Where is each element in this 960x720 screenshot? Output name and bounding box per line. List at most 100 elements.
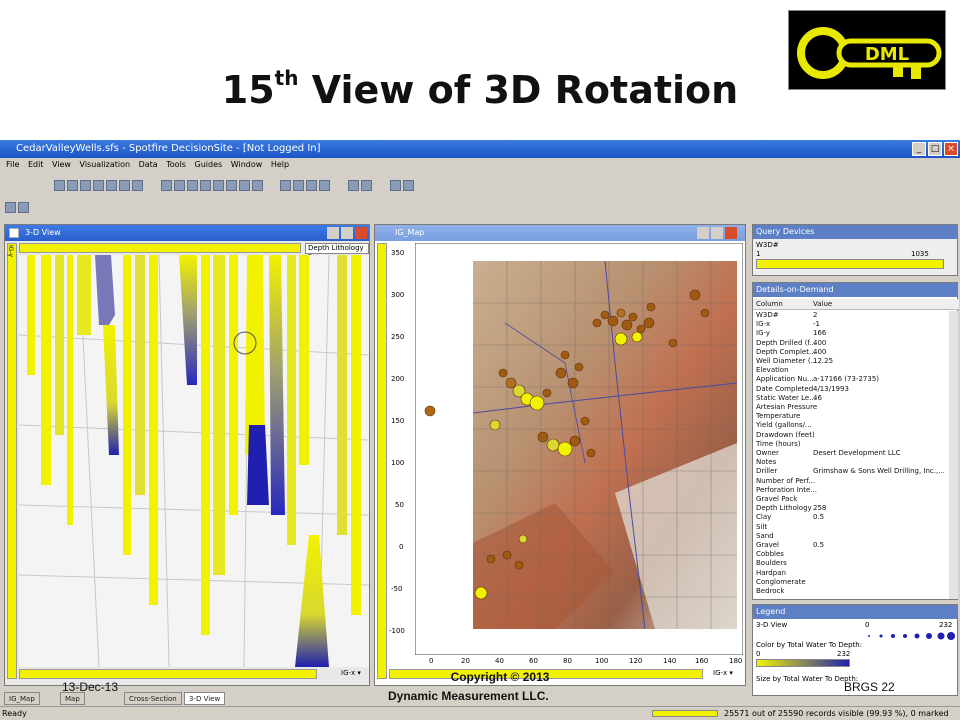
dod-row-label: Cobbles — [756, 550, 784, 559]
map-canvas[interactable] — [415, 243, 743, 655]
legend-size-max: 232 — [939, 621, 953, 629]
menu-guides[interactable]: Guides — [195, 160, 223, 169]
menu-visualization[interactable]: Visualization — [80, 160, 131, 169]
map-close-button[interactable] — [725, 227, 737, 239]
dod-row-value: Grimshaw & Sons Well Drilling, Inc.,... — [813, 467, 945, 476]
map-maximize-button[interactable] — [711, 227, 723, 239]
dod-row-value: Desert Development LLC — [813, 449, 901, 457]
menu-view[interactable]: View — [52, 160, 71, 169]
3d-scatter-icon[interactable] — [173, 180, 185, 191]
home-icon[interactable] — [18, 202, 29, 213]
dod-row-label: Depth Drilled (f... — [756, 338, 816, 347]
3d-left-slider[interactable] — [7, 243, 17, 679]
bookmark-icon[interactable] — [5, 202, 16, 213]
maximize-button[interactable]: □ — [928, 142, 942, 156]
open-icon[interactable] — [53, 180, 65, 191]
menu-tools[interactable]: Tools — [166, 160, 186, 169]
table-icon[interactable] — [251, 180, 263, 191]
spotfire-window: CedarValleyWells.sfs - Spotfire Decision… — [0, 140, 960, 720]
ig-map-plot[interactable]: 350 300 250 200 150 100 50 0 -50 -100 0 … — [389, 243, 745, 669]
paste-icon[interactable] — [118, 180, 130, 191]
export-icon[interactable] — [389, 180, 401, 191]
map-minimize-button[interactable] — [697, 227, 709, 239]
panel-maximize-button[interactable] — [341, 227, 353, 239]
dod-row-label: Perforation Inte... — [756, 485, 817, 494]
x-tick: 60 — [529, 657, 538, 665]
menu-window[interactable]: Window — [231, 160, 263, 169]
dod-value-header: Value — [813, 300, 833, 308]
depth-lithology-dropdown[interactable]: Depth Lithology ▾ — [305, 243, 369, 260]
main-toolbar — [0, 178, 750, 194]
3d-top-slider[interactable] — [19, 243, 301, 253]
minimize-button[interactable]: _ — [912, 142, 926, 156]
dod-row-value: 166 — [813, 329, 827, 338]
dod-row-value: -1 — [813, 320, 820, 329]
dod-scrollbar[interactable] — [949, 311, 958, 599]
status-progress-bar — [652, 710, 718, 717]
dod-row-label: Driller — [756, 467, 778, 476]
query-field-label: W3D# — [756, 241, 779, 249]
dod-row-label: Hardpan — [756, 568, 786, 577]
dod-row-label: Temperature — [756, 412, 801, 421]
settings-icon[interactable] — [402, 180, 414, 191]
menu-file[interactable]: File — [6, 160, 19, 169]
dod-row-label: Application Nu... — [756, 375, 814, 384]
3d-view-canvas[interactable] — [19, 255, 369, 667]
dod-row-label: Artesian Pressure — [756, 403, 818, 411]
save-icon[interactable] — [79, 180, 91, 191]
tile-horizontal-icon[interactable] — [319, 180, 331, 191]
query-max-value: 1035 — [911, 250, 929, 258]
footer-copyright-line1: Copyright © 2013 — [450, 670, 550, 684]
heatmap-icon[interactable] — [238, 180, 250, 191]
3d-view-panel: 3-D View Depth Lithology ▾ IG-y — [4, 224, 370, 686]
panel-close-button[interactable] — [355, 227, 367, 239]
ig-map-titlebar: IG_Map — [375, 225, 745, 241]
close-button[interactable]: × — [944, 142, 958, 156]
dod-row-label: Sand — [756, 531, 774, 540]
bar-chart-icon[interactable] — [186, 180, 198, 191]
tab-3d-view[interactable]: 3-D View — [184, 692, 226, 705]
dod-column-headers: Column Value — [753, 299, 959, 310]
dod-row-value: 0.5 — [813, 541, 825, 549]
dod-row-value: 2 — [813, 311, 818, 319]
map-left-slider[interactable] — [377, 243, 387, 679]
y-tick: 0 — [399, 543, 404, 551]
dod-row-label: Well Diameter (... — [756, 357, 818, 365]
panel-icon — [9, 228, 19, 238]
x-tick: 180 — [729, 657, 743, 665]
line-chart-icon[interactable] — [212, 180, 224, 191]
3d-view-titlebar: 3-D View — [5, 225, 369, 241]
dod-rows: W3D# 2 IG-x -1 IG-y 166 Depth Drilled (f... 400… — [753, 311, 949, 599]
w3d-range-slider[interactable] — [756, 259, 944, 269]
tile-icon[interactable] — [293, 180, 305, 191]
y-tick: -100 — [389, 627, 405, 635]
map-axis-bottom-label: IG-x ▾ — [713, 669, 733, 677]
menu-data[interactable]: Data — [139, 160, 158, 169]
pie-chart-icon[interactable] — [199, 180, 211, 191]
print-icon[interactable] — [92, 180, 104, 191]
svg-text:DML: DML — [865, 44, 909, 65]
tile-vertical-icon[interactable] — [306, 180, 318, 191]
3d-bottom-slider[interactable] — [19, 669, 317, 679]
tab-ig-map[interactable]: IG_Map — [4, 692, 40, 705]
query-devices-header: Query Devices — [753, 225, 957, 239]
tab-cross-section[interactable]: Cross-Section — [124, 692, 182, 705]
open-library-icon[interactable] — [66, 180, 78, 191]
layout-icon[interactable] — [280, 180, 292, 191]
dod-row-label: Boulders — [756, 559, 787, 568]
details-icon[interactable] — [348, 180, 360, 191]
window-title: CedarValleyWells.sfs - Spotfire Decision… — [16, 143, 321, 154]
x-tick: 0 — [429, 657, 434, 665]
copy-icon[interactable] — [105, 180, 117, 191]
menu-help[interactable]: Help — [271, 160, 289, 169]
menu-edit[interactable]: Edit — [28, 160, 44, 169]
profile-chart-icon[interactable] — [225, 180, 237, 191]
undo-icon[interactable] — [131, 180, 143, 191]
dod-row-label: Gravel Pack — [756, 495, 798, 503]
legend-size-min: 0 — [865, 621, 870, 629]
scatter-plot-icon[interactable] — [160, 180, 172, 191]
dod-row-label: Depth Complet... — [756, 347, 816, 356]
list-icon[interactable] — [361, 180, 373, 191]
dod-row-label: IG-x — [756, 320, 771, 329]
panel-minimize-button[interactable] — [327, 227, 339, 239]
